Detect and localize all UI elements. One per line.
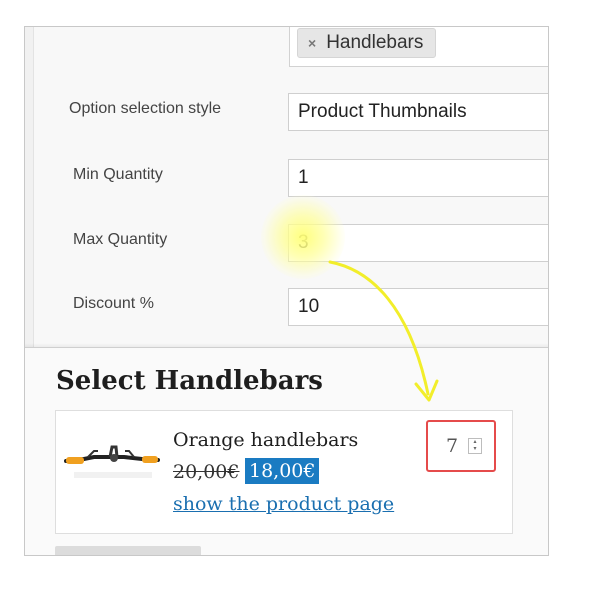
product-card: Orange handlebars 20,00€ 18,00€ show the… [55, 410, 513, 534]
discount-label: Discount % [73, 295, 154, 312]
option-selection-style-select[interactable]: Product Thumbnails [288, 93, 548, 131]
section-title: Select Handlebars [56, 366, 323, 396]
quantity-value: 7 [446, 435, 459, 457]
product-tag-field[interactable]: × Handlebars [289, 27, 548, 67]
min-quantity-input[interactable]: 1 [288, 159, 548, 197]
admin-settings-inner: × Handlebars Option selection style Prod… [33, 27, 548, 349]
next-section-tab [55, 546, 201, 555]
spinner-down-icon[interactable]: ▾ [469, 446, 481, 453]
sale-price-badge: 18,00€ [245, 458, 320, 484]
quantity-stepper[interactable]: 7 ▴ ▾ [436, 430, 488, 462]
product-image[interactable] [64, 425, 160, 493]
product-page-link[interactable]: show the product page [173, 493, 394, 515]
close-icon[interactable]: × [308, 35, 316, 51]
product-name: Orange handlebars [173, 429, 359, 451]
screenshot-frame: × Handlebars Option selection style Prod… [24, 26, 549, 556]
discount-input[interactable]: 10 [288, 288, 548, 326]
old-price: 20,00€ [173, 461, 240, 483]
admin-settings-panel: × Handlebars Option selection style Prod… [25, 27, 548, 349]
tag-label: Handlebars [326, 32, 424, 53]
spinner-up-icon[interactable]: ▴ [469, 439, 481, 446]
max-quantity-input[interactable]: 3 [288, 224, 548, 262]
max-quantity-label: Max Quantity [73, 231, 168, 248]
quantity-highlight-box: 7 ▴ ▾ [426, 420, 496, 472]
tag-handlebars: × Handlebars [297, 28, 437, 58]
storefront-panel: Select Handlebars Orange handlebars 20,0… [25, 348, 548, 555]
min-quantity-label: Min Quantity [73, 166, 163, 183]
option-selection-style-label: Option selection style [69, 100, 222, 117]
spinner-arrows-icon[interactable]: ▴ ▾ [468, 438, 482, 454]
